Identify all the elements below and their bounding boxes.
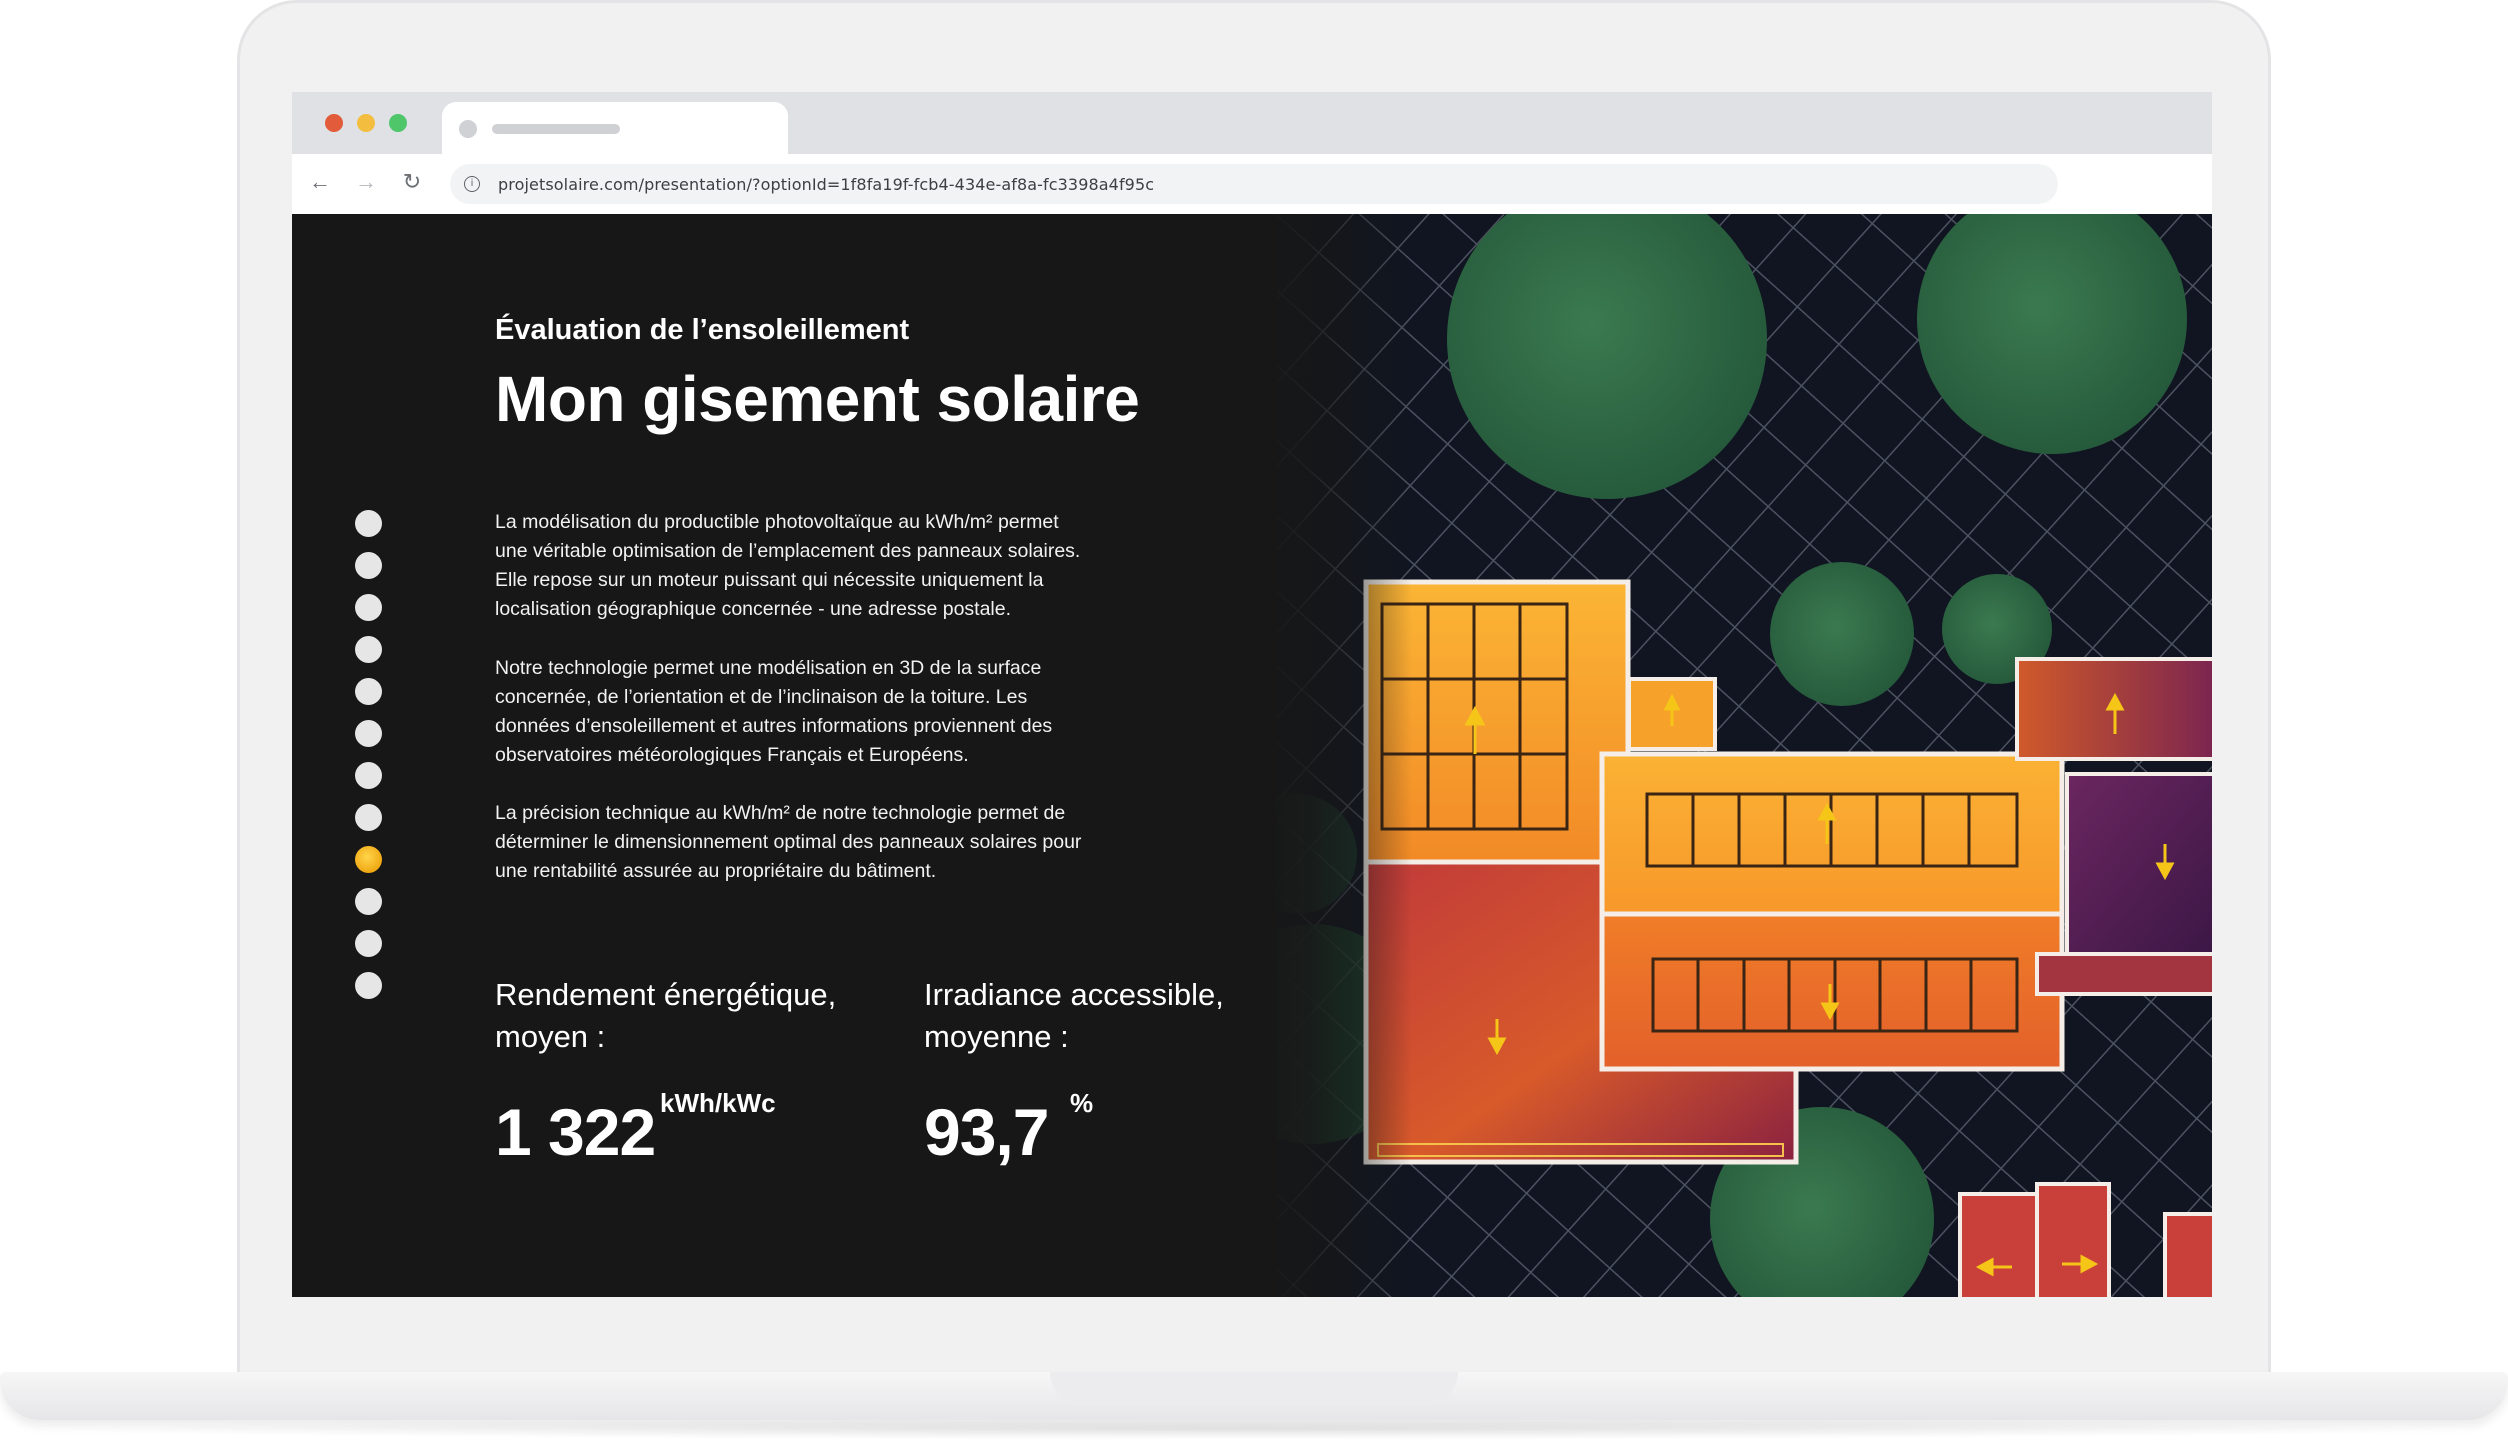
laptop-notch: [1050, 1372, 1458, 1406]
paragraph-line: La modélisation du productible photovolt…: [495, 511, 1059, 533]
paragraph-line: une véritable optimisation de l’emplacem…: [495, 540, 1081, 562]
pager-dot-active[interactable]: [355, 846, 382, 873]
metric-yield-unit: kWh/kWc: [660, 1088, 776, 1118]
browser-window: ← → ↻ i projetsolaire.com/presentation/?…: [292, 92, 2212, 1297]
metric-irradiance-label: Irradiance accessible, moyenne :: [924, 974, 1224, 1058]
reload-icon[interactable]: ↻: [398, 168, 426, 196]
metric-irradiance-value: 93,7: [924, 1095, 1049, 1169]
paragraph-1: La modélisation du productible photovolt…: [495, 508, 1195, 624]
pager-dot[interactable]: [355, 552, 382, 579]
metric-label-line: Irradiance accessible,: [924, 977, 1224, 1012]
pager-dot[interactable]: [355, 762, 382, 789]
paragraph-line: une rentabilité assurée au propriétaire …: [495, 860, 937, 882]
pager-dot[interactable]: [355, 510, 382, 537]
solar-heatmap-illustration: [1277, 214, 2212, 1297]
map-fade-overlay: [1252, 214, 1412, 1297]
close-window-button[interactable]: [325, 114, 343, 132]
metric-irradiance-unit: %: [1070, 1088, 1094, 1118]
url-text[interactable]: projetsolaire.com/presentation/?optionId…: [498, 175, 1154, 194]
pager-dot[interactable]: [355, 888, 382, 915]
paragraph-line: Elle repose sur un moteur puissant qui n…: [495, 569, 1044, 591]
pager-dot[interactable]: [355, 720, 382, 747]
tab-title-placeholder: [492, 124, 620, 134]
browser-tab[interactable]: [442, 102, 788, 154]
forward-arrow-icon[interactable]: →: [352, 168, 380, 196]
metric-yield-value: 1 322: [495, 1095, 656, 1169]
metric-label-line: moyen :: [495, 1019, 606, 1054]
metric-yield-label: Rendement énergétique, moyen :: [495, 974, 836, 1058]
browser-tabbar: [292, 92, 2212, 154]
minimize-window-button[interactable]: [357, 114, 375, 132]
paragraph-line: La précision technique au kWh/m² de notr…: [495, 802, 1066, 824]
paragraph-line: observatoires météorologiques Français e…: [495, 744, 969, 766]
page-subtitle: Évaluation de l’ensoleillement: [495, 314, 910, 346]
paragraph-line: Notre technologie permet une modélisatio…: [495, 657, 1042, 679]
laptop-shadow: [40, 1418, 2468, 1440]
pager-dot[interactable]: [355, 972, 382, 999]
tab-favicon-icon: [459, 120, 477, 138]
paragraph-3: La précision technique au kWh/m² de notr…: [495, 799, 1195, 886]
pager-dot[interactable]: [355, 930, 382, 957]
metric-label-line: moyenne :: [924, 1019, 1069, 1054]
browser-toolbar: ← → ↻ i projetsolaire.com/presentation/?…: [292, 154, 2212, 215]
address-bar[interactable]: i projetsolaire.com/presentation/?option…: [450, 164, 2058, 204]
paragraph-line: déterminer le dimensionnement optimal de…: [495, 831, 1082, 853]
maximize-window-button[interactable]: [389, 114, 407, 132]
pager-dot[interactable]: [355, 678, 382, 705]
back-arrow-icon[interactable]: ←: [306, 168, 334, 196]
pager-dot[interactable]: [355, 804, 382, 831]
paragraph-line: localisation géographique concernée - un…: [495, 598, 1012, 620]
paragraph-line: données d’ensoleillement et autres infor…: [495, 715, 1053, 737]
metric-label-line: Rendement énergétique,: [495, 977, 837, 1012]
paragraph-line: concernée, de l’orientation et de l’incl…: [495, 686, 1028, 708]
page-title: Mon gisement solaire: [495, 363, 1140, 435]
paragraph-2: Notre technologie permet une modélisatio…: [495, 654, 1195, 770]
pager-dot[interactable]: [355, 636, 382, 663]
presentation-page: Évaluation de l’ensoleillement Mon gisem…: [292, 214, 2212, 1297]
info-icon[interactable]: i: [464, 176, 480, 192]
pager-dot[interactable]: [355, 594, 382, 621]
